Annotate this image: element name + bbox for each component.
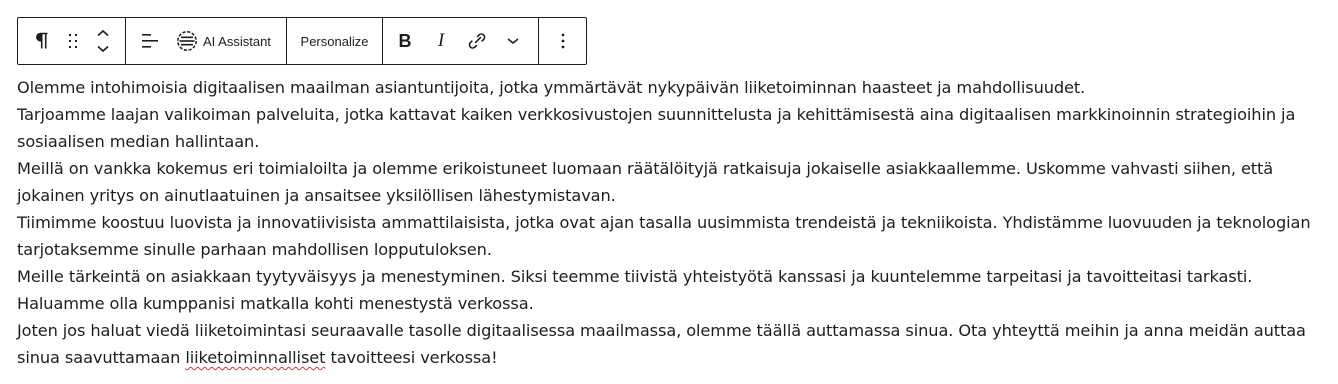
- block-controls-group: [18, 18, 126, 64]
- paragraph-line[interactable]: Tarjoamme laajan valikoiman palveluita, …: [17, 101, 1322, 155]
- italic-icon: I: [437, 30, 445, 51]
- align-ai-group: AI Assistant: [126, 18, 287, 64]
- paragraph-block[interactable]: Olemme intohimoisia digitaalisen maailma…: [17, 74, 1322, 371]
- drag-handle-button[interactable]: [61, 23, 85, 59]
- bold-icon: B: [398, 30, 412, 51]
- ai-assistant-icon: [177, 31, 197, 51]
- move-up-down-icon: [97, 29, 109, 53]
- block-toolbar: AI Assistant Personalize B I: [17, 17, 587, 65]
- move-block-button[interactable]: [91, 23, 115, 59]
- more-vertical-icon: [561, 33, 564, 49]
- personalize-label: Personalize: [300, 33, 369, 49]
- drag-handle-icon: [68, 34, 77, 48]
- misspelled-word[interactable]: liiketoiminnalliset: [185, 348, 325, 367]
- paragraph-line[interactable]: Olemme intohimoisia digitaalisen maailma…: [17, 74, 1322, 101]
- options-group: [539, 18, 586, 64]
- block-type-button[interactable]: [30, 23, 54, 59]
- format-group: B I: [383, 18, 539, 64]
- link-button[interactable]: [465, 23, 489, 59]
- ai-assistant-button[interactable]: AI Assistant: [176, 23, 271, 59]
- personalize-button[interactable]: Personalize: [301, 23, 369, 59]
- bold-button[interactable]: B: [393, 23, 417, 59]
- paragraph-icon: [36, 32, 48, 49]
- link-icon: [468, 33, 486, 49]
- paragraph-text: tavoitteesi verkossa!: [325, 348, 498, 367]
- paragraph-line[interactable]: Tiimimme koostuu luovista ja innovatiivi…: [17, 209, 1322, 263]
- align-left-icon: [142, 34, 158, 48]
- ai-assistant-label: AI Assistant: [203, 33, 271, 49]
- align-button[interactable]: [138, 23, 162, 59]
- personalize-group: Personalize: [287, 18, 383, 64]
- options-button[interactable]: [551, 23, 575, 59]
- italic-button[interactable]: I: [429, 23, 453, 59]
- chevron-down-icon: [507, 38, 519, 45]
- paragraph-line[interactable]: Meille tärkeintä on asiakkaan tyytyväisy…: [17, 263, 1322, 317]
- more-formatting-button[interactable]: [501, 23, 525, 59]
- paragraph-line[interactable]: Joten jos haluat viedä liiketoimintasi s…: [17, 317, 1322, 371]
- paragraph-line[interactable]: Meillä on vankka kokemus eri toimialoilt…: [17, 155, 1322, 209]
